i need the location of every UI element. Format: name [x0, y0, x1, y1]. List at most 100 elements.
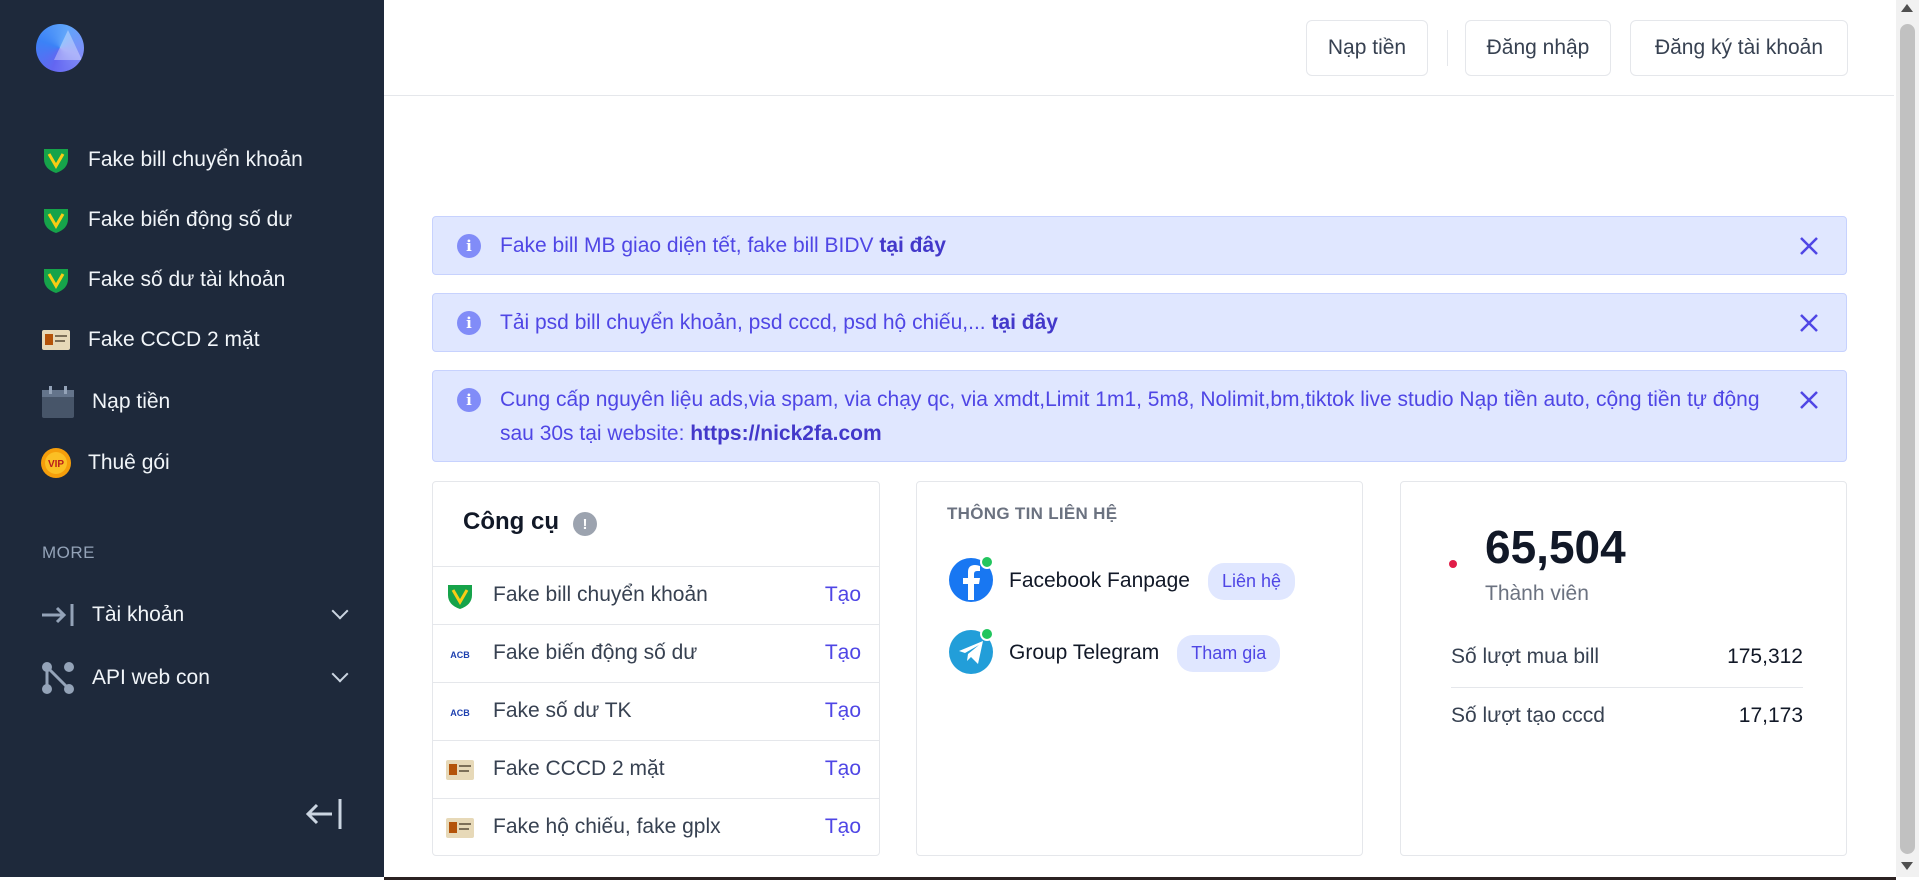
create-link[interactable]: Tạo — [825, 641, 861, 665]
sidebar-item-fake-account-balance[interactable]: Fake số dư tài khoản — [40, 260, 285, 300]
create-link[interactable]: Tạo — [825, 815, 861, 839]
stat-row: Số lượt mua bill 175,312 — [1451, 628, 1803, 686]
bank-shield-icon — [40, 144, 72, 176]
tool-name: Fake số dư TK — [493, 699, 632, 722]
info-icon: i — [457, 388, 481, 412]
sidebar-item-rent-package[interactable]: VIP Thuê gói — [40, 443, 170, 483]
sidebar-item-fake-bill[interactable]: Fake bill chuyển khoản — [40, 140, 303, 180]
sidebar-item-fake-cccd[interactable]: Fake CCCD 2 mặt — [40, 320, 260, 360]
scrollbar-thumb[interactable] — [1900, 24, 1915, 854]
tool-row: Fake CCCD 2 mặt Tạo — [433, 740, 879, 798]
sidebar-item-label: Fake số dư tài khoản — [88, 268, 286, 291]
stat-label: Số lượt mua bill — [1451, 645, 1600, 668]
alert-message: Cung cấp nguyên liệu ads,via spam, via c… — [500, 383, 1786, 451]
alert-link[interactable]: tại đây — [879, 234, 946, 257]
alert-message: Tải psd bill chuyển khoản, psd cccd, psd… — [500, 306, 1786, 340]
stat-label: Số lượt tạo cccd — [1451, 704, 1605, 727]
scroll-up-icon[interactable] — [1901, 4, 1913, 12]
vip-text: VIP — [48, 459, 64, 470]
stat-value: 175,312 — [1727, 645, 1803, 668]
status-dot — [1449, 560, 1457, 568]
collapse-sidebar-button[interactable] — [304, 796, 344, 832]
contact-button[interactable]: Tham gia — [1177, 634, 1281, 672]
acb-logo-icon: ACB — [445, 698, 475, 726]
info-icon[interactable]: ! — [573, 512, 597, 536]
tool-name: Fake bill chuyển khoản — [493, 583, 708, 606]
tools-title: Công cụ — [463, 508, 559, 535]
id-card-icon — [40, 324, 72, 356]
alert-banner: i Cung cấp nguyên liệu ads,via spam, via… — [432, 370, 1847, 462]
tool-row: ACB Fake biến động số dư Tạo — [433, 624, 879, 682]
calendar-icon — [40, 384, 76, 420]
alert-message: Fake bill MB giao diện tết, fake bill BI… — [500, 229, 1786, 263]
sidebar-item-label: Fake CCCD 2 mặt — [88, 328, 260, 351]
sidebar-item-deposit[interactable]: Nạp tiền — [40, 382, 170, 422]
alert-link[interactable]: https://nick2fa.com — [690, 422, 881, 445]
acb-text: ACB — [450, 650, 470, 660]
scroll-down-icon[interactable] — [1901, 862, 1913, 870]
sidebar-item-label: Tài khoản — [92, 603, 185, 626]
contact-title: THÔNG TIN LIÊN HỆ — [947, 504, 1118, 523]
login-button[interactable]: Đăng nhập — [1465, 20, 1611, 76]
alert-text: Cung cấp nguyên liệu ads,via spam, via c… — [500, 388, 1760, 445]
tool-row: ACB Fake số dư TK Tạo — [433, 682, 879, 740]
tool-name: Fake hộ chiếu, fake gplx — [493, 815, 721, 838]
members-label: Thành viên — [1485, 582, 1589, 605]
contact-name: Facebook Fanpage — [1009, 569, 1190, 592]
bank-shield-icon — [445, 582, 475, 610]
alert-link[interactable]: tại đây — [991, 311, 1058, 334]
info-icon: i — [457, 234, 481, 258]
tool-name: Fake CCCD 2 mặt — [493, 757, 665, 780]
sidebar-item-label: API web con — [92, 666, 210, 689]
chevron-down-icon — [331, 602, 349, 620]
create-link[interactable]: Tạo — [825, 699, 861, 723]
create-link[interactable]: Tạo — [825, 583, 861, 607]
close-icon[interactable] — [1796, 233, 1822, 259]
acb-logo-icon: ACB — [445, 640, 475, 668]
tool-row: Fake bill chuyển khoản Tạo — [433, 566, 879, 624]
tool-row: Fake hộ chiếu, fake gplx Tạo — [433, 798, 879, 856]
bank-shield-icon — [40, 204, 72, 236]
logo[interactable] — [36, 24, 84, 72]
register-button[interactable]: Đăng ký tài khoản — [1630, 20, 1848, 76]
contact-name: Group Telegram — [1009, 641, 1160, 664]
deposit-button[interactable]: Nạp tiền — [1306, 20, 1428, 76]
alert-text: Fake bill MB giao diện tết, fake bill BI… — [500, 234, 880, 257]
sidebar-item-label: Thuê gói — [88, 451, 170, 474]
bank-shield-icon — [40, 264, 72, 296]
facebook-icon — [947, 554, 997, 609]
chevron-down-icon — [331, 665, 349, 683]
login-arrow-icon — [40, 599, 76, 631]
id-card-icon — [445, 756, 475, 784]
close-icon[interactable] — [1796, 387, 1822, 413]
info-icon: i — [457, 311, 481, 335]
contact-button[interactable]: Liên hệ — [1207, 562, 1296, 600]
contact-row-facebook: Facebook Fanpage Liên hệ — [947, 554, 1296, 609]
stats-card: 65,504 Thành viên Số lượt mua bill 175,3… — [1400, 481, 1847, 856]
sidebar-item-fake-balance-change[interactable]: Fake biến động số dư — [40, 200, 292, 240]
sidebar-item-label: Fake bill chuyển khoản — [88, 148, 303, 171]
telegram-icon — [947, 626, 997, 681]
divider — [1447, 30, 1448, 66]
stat-row: Số lượt tạo cccd 17,173 — [1451, 687, 1803, 745]
id-card-icon — [445, 814, 475, 842]
tool-name: Fake biến động số dư — [493, 641, 698, 664]
sidebar-item-label: Fake biến động số dư — [88, 208, 293, 231]
sidebar: Fake bill chuyển khoản Fake biến động số… — [0, 0, 384, 877]
alert-banner: i Tải psd bill chuyển khoản, psd cccd, p… — [432, 293, 1847, 352]
close-icon[interactable] — [1796, 310, 1822, 336]
stat-value: 17,173 — [1738, 704, 1803, 727]
members-count: 65,504 — [1485, 521, 1626, 573]
tools-card: Công cụ ! Fake bill chuyển khoản Tạo ACB… — [432, 481, 880, 856]
acb-text: ACB — [450, 708, 470, 718]
sidebar-item-api-web[interactable]: API web con — [40, 658, 349, 698]
alert-text: Tải psd bill chuyển khoản, psd cccd, psd… — [500, 311, 992, 334]
sidebar-section-more: MORE — [42, 543, 95, 562]
create-link[interactable]: Tạo — [825, 757, 861, 781]
nodes-icon — [40, 660, 76, 696]
sidebar-item-account[interactable]: Tài khoản — [40, 595, 349, 635]
sidebar-item-label: Nạp tiền — [92, 390, 171, 413]
vip-badge-icon: VIP — [40, 447, 72, 479]
contact-row-telegram: Group Telegram Tham gia — [947, 626, 1281, 681]
contact-card: THÔNG TIN LIÊN HỆ Facebook Fanpage Liên … — [916, 481, 1363, 856]
